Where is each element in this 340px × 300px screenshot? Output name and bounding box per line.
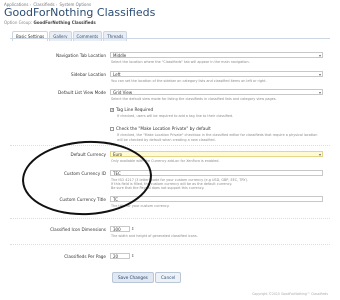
cancel-button[interactable]: Cancel — [155, 272, 182, 283]
default-currency-label: Default Currency — [70, 152, 107, 157]
nav-tab-location-help: Select the location where the "Classifie… — [111, 60, 250, 64]
custom-currency-id-help-3: Be sure that the Paypal does not support… — [111, 186, 205, 190]
nav-tab-location-select[interactable]: Middle — [110, 52, 323, 59]
section-divider — [10, 218, 330, 219]
tag-line-required-checkbox[interactable] — [110, 107, 114, 112]
custom-currency-title-label: Custom Currency Title — [59, 197, 106, 202]
page-title: GoodForNothing Classifieds — [4, 6, 156, 19]
sidebar-location-help: You can set the location of the sidebar … — [111, 79, 267, 83]
tab-divider — [10, 38, 330, 39]
tag-line-required-label: Tag Line Required — [116, 107, 154, 112]
private-location-help-2: will be checked by default when creating… — [117, 138, 216, 142]
custom-currency-title-help: The title for your custom currency. — [111, 204, 170, 208]
footer-copyright: Copyright ©2015 GoodForNothing™ Classifi… — [252, 292, 328, 296]
tag-line-required-option[interactable]: Tag Line Required — [110, 107, 153, 112]
private-location-checkbox[interactable] — [110, 126, 114, 131]
section-divider — [10, 145, 330, 146]
list-view-mode-select[interactable]: Grid View — [110, 89, 323, 96]
custom-currency-id-label: Custom Currency ID — [63, 171, 106, 176]
icon-dimensions-stepper-icon[interactable]: ⇕ — [131, 226, 134, 231]
nav-tab-location-label: Navigation Tab Location — [55, 53, 106, 58]
sidebar-location-label: Sidebar Location — [70, 72, 106, 77]
icon-dimensions-help: The width and height of generated classi… — [111, 234, 198, 238]
sidebar-location-select[interactable]: Left — [110, 71, 323, 78]
option-group-value: GoodForNothing Classifieds — [33, 20, 96, 25]
list-view-mode-help: Select the default view mode for listing… — [111, 97, 277, 101]
default-currency-select[interactable]: Euro — [110, 151, 323, 158]
list-view-mode-label: Default List View Mode — [58, 90, 106, 95]
custom-currency-title-input[interactable]: TC — [110, 196, 323, 202]
tab-comments[interactable]: Comments — [72, 31, 103, 41]
tag-line-required-help: If checked, users will be required to ad… — [117, 114, 234, 118]
tab-basic-settings[interactable]: Basic Settings — [12, 31, 49, 41]
tab-threads[interactable]: Threads — [103, 31, 128, 41]
per-page-label: Classifieds Per Page — [64, 254, 106, 259]
default-currency-help: Only available with the Currency add-on … — [111, 159, 220, 163]
save-changes-button[interactable]: Save Changes — [112, 272, 154, 283]
option-group-line: Option Group: GoodForNothing Classifieds — [4, 20, 96, 25]
per-page-stepper-icon[interactable]: ⇕ — [131, 253, 134, 258]
tab-bar: Basic Settings Gallery Comments Threads — [12, 31, 128, 41]
section-divider — [10, 244, 330, 245]
icon-dimensions-label: Classified Icon Dimensions — [50, 227, 106, 232]
private-location-label: Check the "Make Location Private" by def… — [116, 126, 211, 131]
icon-dimensions-input[interactable]: 300 — [110, 226, 130, 232]
private-location-help-1: If checked, the "Make Location Private" … — [117, 133, 318, 137]
custom-currency-id-input[interactable]: TEC — [110, 170, 323, 176]
per-page-input[interactable]: 20 — [110, 253, 130, 259]
tab-gallery[interactable]: Gallery — [49, 31, 72, 41]
option-group-label: Option Group: — [4, 20, 33, 25]
private-location-option[interactable]: Check the "Make Location Private" by def… — [110, 126, 211, 131]
